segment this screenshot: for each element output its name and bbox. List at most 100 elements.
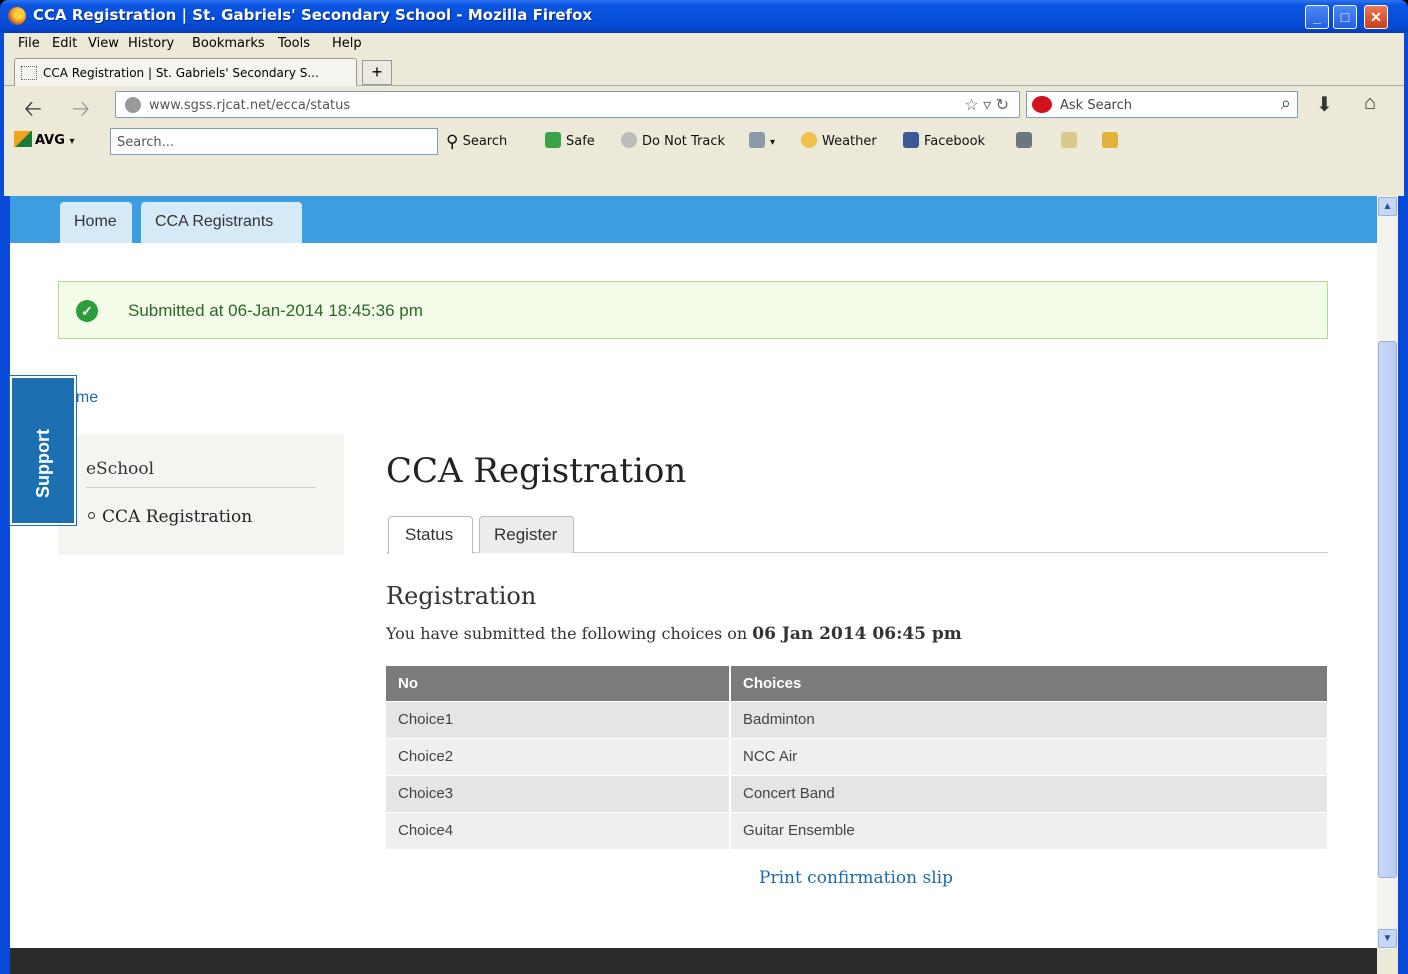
- sidebar-title: eSchool: [86, 459, 155, 479]
- page-tabs: Status Register: [386, 515, 1328, 554]
- trash-dropdown-icon[interactable]: ▾: [770, 137, 775, 148]
- menu-view[interactable]: View: [88, 36, 119, 51]
- dropdown-icon[interactable]: ▿: [983, 97, 991, 114]
- table-row: Choice2 NCC Air: [386, 737, 1327, 775]
- avg-toolbar: AVG ▾ Search... ⚲ Search Safe Do Not Tra…: [4, 123, 1404, 160]
- navigation-bar: 🡠 🡢 www.sgss.rjcat.net/ecca/status ☆ ▿ ↻…: [4, 86, 1404, 123]
- menu-history[interactable]: History: [128, 36, 174, 51]
- home-icon[interactable]: ⌂: [1364, 92, 1376, 115]
- avg-dropdown-icon[interactable]: ▾: [69, 136, 74, 147]
- browser-chrome: File Edit View History Bookmarks Tools H…: [4, 33, 1404, 196]
- cell-no: Choice1: [386, 700, 730, 738]
- table-row: Choice4 Guitar Ensemble: [386, 811, 1327, 849]
- vertical-scrollbar[interactable]: ▲ ▼: [1377, 196, 1398, 949]
- games-icon: [1102, 132, 1118, 148]
- scrollbar-thumb[interactable]: [1378, 341, 1397, 878]
- avg-logo-icon: [14, 131, 32, 147]
- avg-dnt-button[interactable]: Do Not Track: [621, 132, 725, 149]
- games-button[interactable]: [1102, 132, 1123, 149]
- page-icon: [21, 66, 37, 80]
- maximize-button[interactable]: □: [1333, 5, 1357, 29]
- avg-weather-button[interactable]: Weather: [801, 132, 877, 149]
- menu-file[interactable]: File: [18, 36, 40, 51]
- facebook-icon: [903, 132, 919, 148]
- bullet-icon: [88, 512, 95, 519]
- menu-tools[interactable]: Tools: [278, 36, 310, 51]
- notepad-button[interactable]: [1061, 132, 1082, 149]
- avg-search-placeholder: Search...: [117, 135, 175, 150]
- menu-edit[interactable]: Edit: [52, 36, 77, 51]
- tab-status[interactable]: Status: [388, 516, 473, 554]
- menu-bookmarks[interactable]: Bookmarks: [192, 36, 265, 51]
- table-row: Choice3 Concert Band: [386, 774, 1327, 812]
- calculator-button[interactable]: [1016, 132, 1037, 149]
- eye-icon: [621, 132, 637, 148]
- sidebar: eSchool CCA Registration: [58, 434, 344, 555]
- minimize-button[interactable]: _: [1305, 5, 1329, 29]
- notepad-icon: [1061, 132, 1077, 148]
- tab-register[interactable]: Register: [479, 516, 574, 553]
- cell-no: Choice4: [386, 811, 730, 849]
- support-label: Support: [33, 429, 53, 498]
- page-title: CCA Registration: [386, 451, 687, 491]
- avg-facebook-button[interactable]: Facebook: [903, 132, 985, 149]
- ask-search-placeholder: Ask Search: [1060, 98, 1132, 113]
- resize-grip[interactable]: [1377, 949, 1398, 974]
- scroll-down-icon[interactable]: ▼: [1378, 929, 1397, 948]
- url-text: www.sgss.rjcat.net/ecca/status: [149, 98, 351, 113]
- sidebar-divider: [86, 487, 316, 488]
- menu-bar: File Edit View History Bookmarks Tools H…: [4, 33, 1404, 55]
- menu-help[interactable]: Help: [332, 36, 362, 51]
- alert-message: Submitted at 06-Jan-2014 18:45:36 pm: [128, 301, 423, 320]
- nav-tab-home-label: Home: [74, 213, 117, 230]
- close-button[interactable]: ✕: [1364, 5, 1388, 29]
- avg-logo[interactable]: AVG ▾: [14, 131, 74, 148]
- choices-table: No Choices Choice1 Badminton Choice2 NCC…: [386, 666, 1327, 849]
- bookmark-star-icon[interactable]: ☆: [964, 97, 978, 114]
- header-choices: Choices: [729, 666, 1327, 701]
- page-viewport: Home CCA Registrants ✓ Submitted at 06-J…: [10, 196, 1377, 974]
- avg-search-input[interactable]: Search...: [110, 128, 438, 155]
- cell-no: Choice3: [386, 774, 730, 812]
- firefox-icon: [8, 7, 26, 25]
- table-row: Choice1 Badminton: [386, 700, 1327, 738]
- ask-search-box[interactable]: Ask Search ⌕: [1026, 91, 1298, 118]
- header-no: No: [386, 666, 730, 701]
- download-icon[interactable]: ⬇: [1316, 92, 1333, 117]
- url-bar[interactable]: www.sgss.rjcat.net/ecca/status ☆ ▿ ↻: [115, 91, 1020, 118]
- nav-tab-cca-registrants[interactable]: CCA Registrants: [141, 202, 302, 243]
- window-title: CCA Registration | St. Gabriels' Seconda…: [33, 6, 593, 24]
- checkmark-icon: ✓: [76, 300, 98, 322]
- reload-icon[interactable]: ↻: [996, 97, 1009, 114]
- nav-tab-cca-registrants-label: CCA Registrants: [155, 213, 274, 230]
- magnifier-icon[interactable]: ⌕: [1281, 93, 1291, 114]
- cell-choice: Guitar Ensemble: [729, 811, 1327, 849]
- avg-trash-button[interactable]: ▾: [749, 132, 775, 149]
- title-bar: CCA Registration | St. Gabriels' Seconda…: [0, 0, 1408, 33]
- avg-safe-button[interactable]: Safe: [545, 132, 595, 149]
- avg-brand-label: AVG: [35, 133, 65, 148]
- browser-tab-title: CCA Registration | St. Gabriels' Seconda…: [43, 66, 319, 80]
- tab-strip: CCA Registration | St. Gabriels' Seconda…: [4, 55, 1404, 86]
- calculator-icon: [1016, 132, 1032, 148]
- site-nav-bar: Home CCA Registrants: [10, 196, 1377, 243]
- print-confirmation-link[interactable]: Print confirmation slip: [759, 868, 953, 888]
- browser-tab[interactable]: CCA Registration | St. Gabriels' Seconda…: [14, 58, 357, 86]
- scroll-up-icon[interactable]: ▲: [1378, 197, 1397, 216]
- support-button[interactable]: Support: [9, 375, 77, 526]
- submission-summary: You have submitted the following choices…: [386, 624, 962, 644]
- new-tab-button[interactable]: +: [362, 60, 392, 85]
- sidebar-item-cca-registration[interactable]: CCA Registration: [88, 507, 252, 527]
- nav-tab-home[interactable]: Home: [60, 202, 132, 243]
- ask-logo-icon: [1032, 96, 1052, 113]
- cell-choice: Badminton: [729, 700, 1327, 738]
- firefox-window: CCA Registration | St. Gabriels' Seconda…: [0, 0, 1408, 974]
- cell-no: Choice2: [386, 737, 730, 775]
- cell-choice: NCC Air: [729, 737, 1327, 775]
- section-title: Registration: [386, 582, 537, 610]
- cell-choice: Concert Band: [729, 774, 1327, 812]
- avg-search-button[interactable]: ⚲ Search: [446, 132, 507, 152]
- trash-icon: [749, 132, 765, 148]
- success-alert: ✓ Submitted at 06-Jan-2014 18:45:36 pm: [58, 281, 1328, 339]
- page-footer: [10, 948, 1377, 974]
